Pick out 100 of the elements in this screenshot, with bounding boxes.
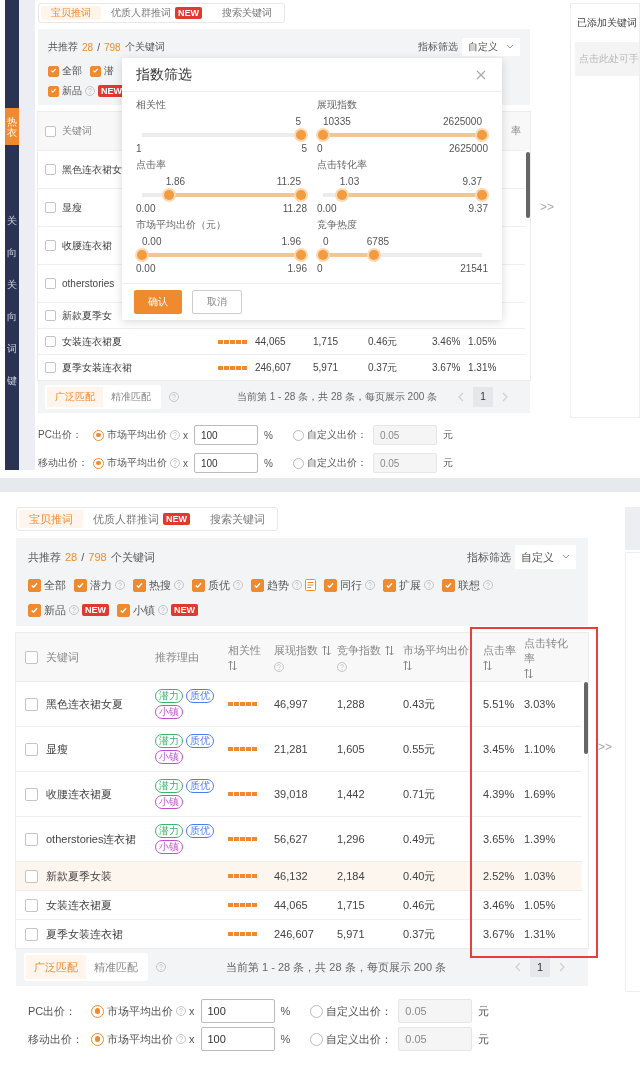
slider-thumb[interactable] — [137, 250, 147, 260]
help-icon[interactable] — [169, 391, 179, 402]
slider-max: 21541 — [460, 263, 488, 275]
table-row[interactable]: 显瘦 潜力 质优 小镇 21,281 1,605 0.55元 3.45% 1.10% — [16, 726, 582, 771]
input-field[interactable]: 100 — [200, 1027, 275, 1051]
checkbox[interactable] — [24, 787, 38, 801]
help-icon[interactable] — [424, 580, 434, 590]
help-icon[interactable] — [174, 580, 184, 590]
checkbox[interactable] — [44, 125, 56, 137]
sort-icon[interactable] — [403, 660, 412, 671]
help-icon[interactable] — [365, 580, 375, 590]
help-icon[interactable] — [158, 605, 168, 615]
checkbox[interactable] — [24, 832, 38, 846]
input-field[interactable]: 100 — [194, 425, 258, 445]
table-row[interactable]: 黑色连衣裙女夏 潜力 质优 小镇 46,997 1,288 0.43元 5.51% 3.03% — [16, 681, 582, 726]
checkbox[interactable] — [44, 240, 56, 251]
help-icon[interactable] — [115, 580, 125, 590]
slider-thumb[interactable] — [296, 190, 306, 200]
checkbox[interactable] — [44, 362, 56, 373]
help-icon[interactable] — [233, 580, 243, 590]
input-field[interactable]: 100 — [194, 453, 258, 473]
checkbox[interactable] — [24, 898, 38, 912]
checkbox[interactable] — [24, 697, 38, 711]
table-row[interactable]: 女装连衣裙夏 44,065 1,715 0.46元 3.46% 1.05% — [38, 328, 525, 354]
sort-icon[interactable] — [385, 644, 394, 656]
slider-thumb[interactable] — [318, 130, 328, 140]
slider-thumb[interactable] — [368, 250, 379, 260]
note-icon[interactable] — [305, 579, 316, 591]
slider-thumb[interactable] — [296, 250, 306, 260]
radio-button[interactable] — [91, 1004, 104, 1018]
checkbox[interactable] — [24, 927, 38, 941]
slider-thumb[interactable] — [164, 190, 174, 200]
slider-thumb[interactable] — [337, 190, 348, 200]
radio-button[interactable] — [93, 457, 104, 469]
checkbox[interactable] — [24, 650, 38, 664]
table-cell: 0.37元 — [368, 360, 398, 375]
sidebar-item[interactable]: 向 — [5, 300, 19, 332]
table-row[interactable]: 女装连衣裙夏 44,065 1,715 0.46元 3.46% 1.05% — [16, 890, 582, 919]
checkbox-label: 扩展 — [399, 577, 421, 593]
checkbox[interactable] — [44, 164, 56, 175]
metric-dropdown[interactable]: 自定义 — [462, 38, 520, 56]
sidebar-item[interactable]: 词 — [5, 332, 19, 364]
sort-icon[interactable] — [524, 667, 533, 679]
help-icon[interactable] — [292, 580, 302, 590]
slider-thumb[interactable] — [477, 130, 487, 140]
help-icon[interactable] — [170, 458, 180, 468]
help-icon[interactable] — [176, 1006, 186, 1016]
scrollbar-thumb[interactable] — [584, 682, 588, 754]
metric-dropdown[interactable]: 自定义 — [515, 545, 576, 569]
checkbox[interactable] — [90, 65, 101, 77]
checkbox[interactable] — [44, 278, 56, 289]
table-cell: 3.67% — [483, 928, 515, 940]
checkbox[interactable] — [24, 869, 38, 883]
checkbox[interactable] — [251, 578, 264, 592]
checkbox[interactable] — [48, 65, 59, 77]
checkbox[interactable] — [28, 578, 41, 592]
help-icon[interactable] — [170, 430, 180, 440]
page-button[interactable]: 1 — [530, 957, 550, 977]
sidebar-item[interactable]: 键 — [5, 364, 19, 396]
slider-thumb[interactable] — [296, 130, 306, 140]
checkbox[interactable] — [28, 603, 41, 617]
sidebar-item[interactable]: 关 — [5, 268, 19, 300]
checkbox[interactable] — [117, 603, 130, 617]
input-field[interactable]: 100 — [200, 999, 275, 1023]
sidebar-item[interactable]: 向 — [5, 236, 19, 268]
checkbox[interactable] — [383, 578, 396, 592]
checkbox[interactable] — [442, 578, 455, 592]
sort-icon[interactable] — [483, 660, 492, 671]
keyword-text: 夏季女装连衣裙 — [62, 360, 132, 375]
radio-button[interactable] — [93, 429, 104, 441]
help-icon[interactable] — [85, 86, 95, 96]
table-row[interactable]: 夏季女装连衣裙 246,607 5,971 0.37元 3.67% 1.31% — [16, 919, 582, 948]
help-icon[interactable] — [156, 962, 166, 972]
checkbox[interactable] — [324, 578, 337, 592]
checkbox[interactable] — [24, 742, 38, 756]
checkbox[interactable] — [48, 85, 59, 97]
table-row[interactable]: 夏季女装连衣裙 246,607 5,971 0.37元 3.67% 1.31% — [38, 354, 525, 380]
cancel-button[interactable]: 取消 — [192, 290, 242, 314]
slider-thumb[interactable] — [318, 250, 328, 260]
table-row[interactable]: 收腰连衣裙夏 潜力 质优 小镇 39,018 1,442 0.71元 4.39% 1.69% — [16, 771, 582, 816]
scrollbar-thumb[interactable] — [526, 152, 530, 218]
checkbox[interactable] — [192, 578, 205, 592]
sort-icon[interactable] — [228, 660, 237, 671]
help-icon[interactable] — [483, 580, 493, 590]
checkbox[interactable] — [44, 310, 56, 321]
checkbox[interactable] — [44, 202, 56, 213]
help-icon[interactable] — [337, 661, 347, 672]
slider-value: 9.37 — [462, 176, 482, 187]
help-icon[interactable] — [176, 1034, 186, 1044]
checkbox[interactable] — [44, 336, 56, 347]
page-button[interactable]: 1 — [473, 386, 493, 407]
sort-icon[interactable] — [322, 644, 331, 656]
checkbox[interactable] — [133, 578, 146, 592]
table-row[interactable]: 新款夏季女装 46,132 2,184 0.40元 2.52% 1.03% — [16, 861, 582, 890]
slider-thumb[interactable] — [477, 190, 487, 200]
radio-button[interactable] — [91, 1032, 104, 1046]
help-icon[interactable] — [274, 661, 284, 672]
help-icon[interactable] — [69, 605, 79, 615]
sidebar-item[interactable]: 关 — [5, 204, 19, 236]
checkbox[interactable] — [74, 578, 87, 592]
